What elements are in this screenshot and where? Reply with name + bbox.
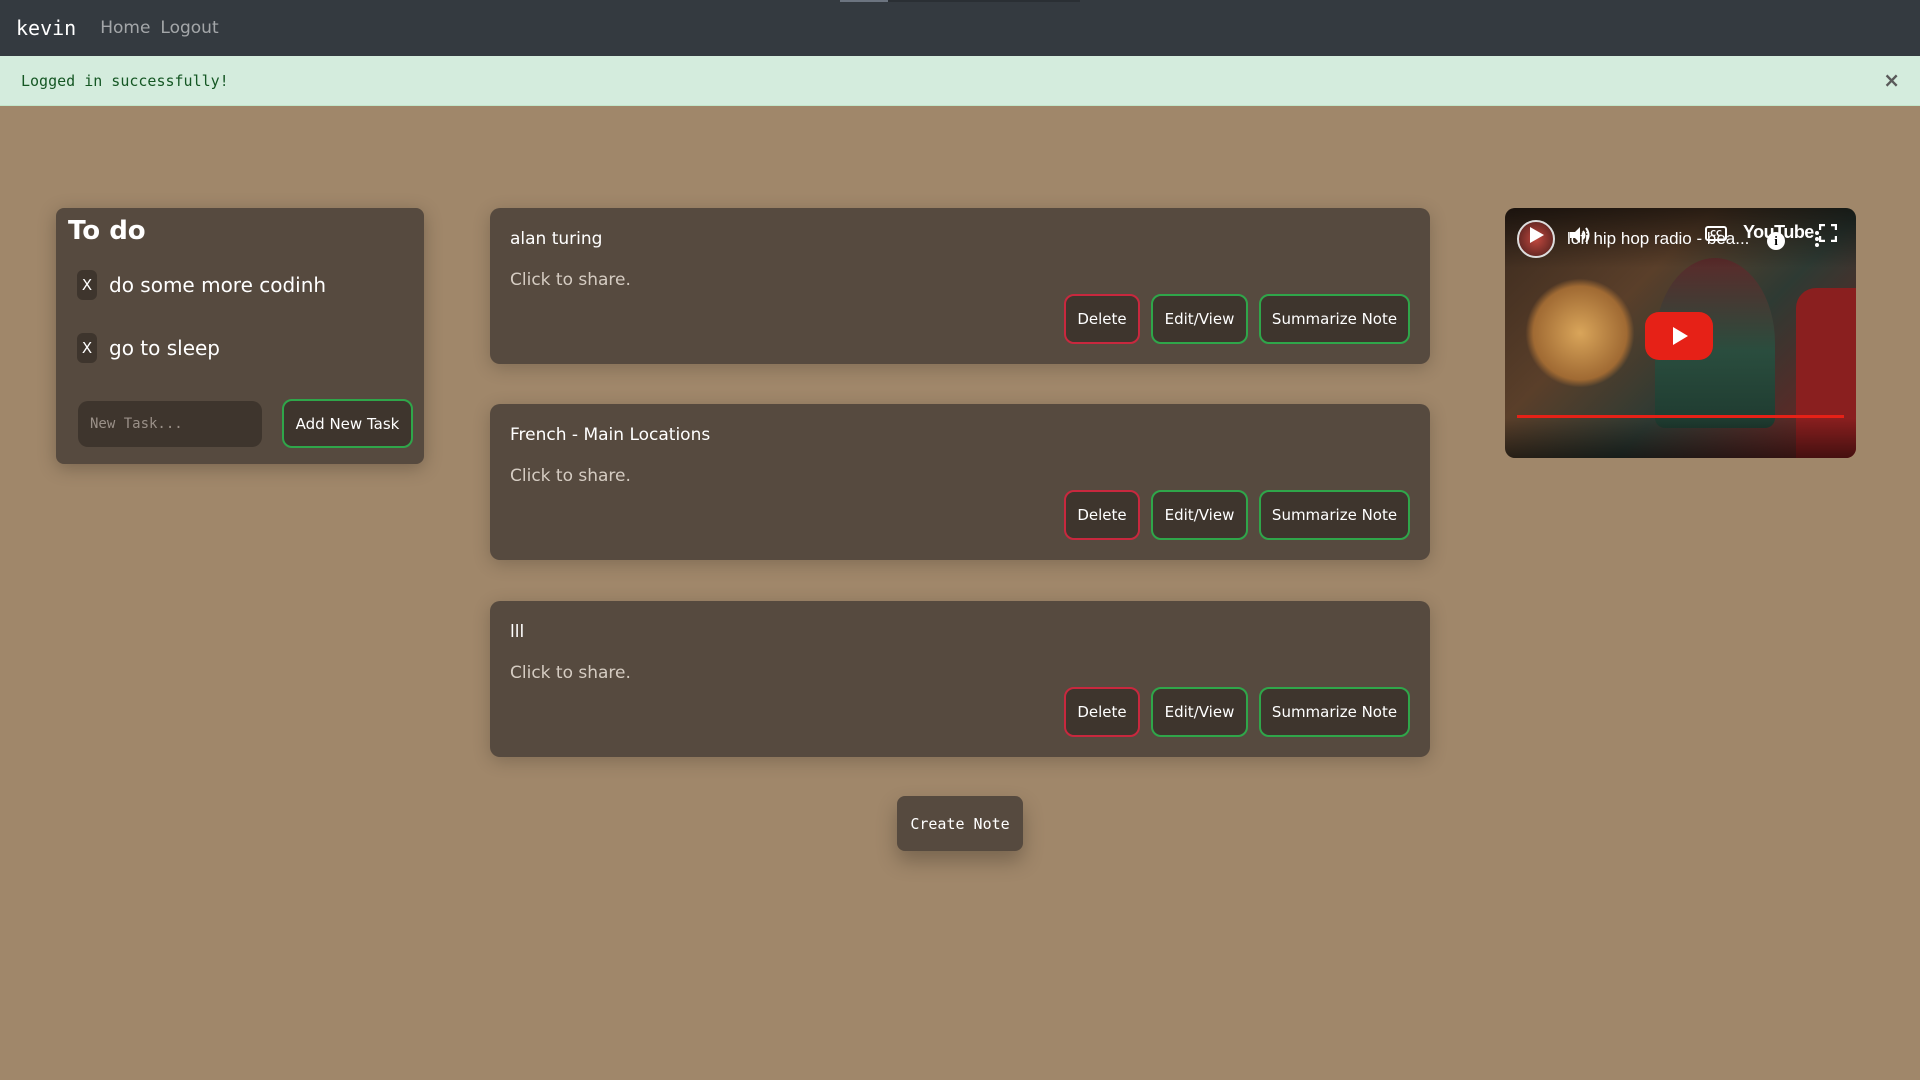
navbar-top-strip-segment (840, 0, 888, 2)
note-share-link[interactable]: Click to share. (510, 270, 631, 290)
todo-remove-button[interactable]: X (77, 270, 97, 300)
video-thumbnail-lamp (1525, 278, 1635, 388)
delete-note-button[interactable]: Delete (1064, 490, 1140, 540)
fullscreen-icon[interactable] (1818, 223, 1838, 246)
edit-view-note-button[interactable]: Edit/View (1151, 294, 1248, 344)
navbar-brand[interactable]: kevin (16, 16, 76, 40)
note-title: French - Main Locations (510, 425, 711, 445)
todo-item: X go to sleep (77, 333, 220, 363)
delete-note-button[interactable]: Delete (1064, 294, 1140, 344)
volume-icon[interactable] (1569, 226, 1591, 248)
edit-view-note-button[interactable]: Edit/View (1151, 490, 1248, 540)
note-title: alan turing (510, 229, 603, 249)
todo-item-text: go to sleep (109, 336, 221, 360)
note-title: lll (510, 622, 525, 642)
play-icon (1673, 327, 1688, 345)
note-actions: Delete Edit/View Summarize Note (1064, 490, 1410, 540)
video-progress-bar[interactable] (1517, 415, 1844, 418)
todo-remove-button[interactable]: X (77, 333, 97, 363)
video-progress-fill (1517, 415, 1844, 418)
add-new-task-button[interactable]: Add New Task (282, 399, 413, 448)
note-share-link[interactable]: Click to share. (510, 466, 631, 486)
todo-title: To do (68, 216, 146, 246)
video-play-button[interactable] (1645, 312, 1713, 360)
todo-item-text: do some more codinh (109, 273, 327, 297)
note-card: lll Click to share. Delete Edit/View Sum… (490, 601, 1430, 757)
summarize-note-button[interactable]: Summarize Note (1259, 490, 1410, 540)
navbar-top-strip (840, 0, 1080, 2)
success-alert: Logged in successfully! × (0, 56, 1920, 106)
note-share-link[interactable]: Click to share. (510, 663, 631, 683)
nav-link-logout[interactable]: Logout (160, 18, 218, 38)
nav-link-home[interactable]: Home (100, 18, 150, 38)
summarize-note-button[interactable]: Summarize Note (1259, 294, 1410, 344)
note-card: alan turing Click to share. Delete Edit/… (490, 208, 1430, 364)
summarize-note-button[interactable]: Summarize Note (1259, 687, 1410, 737)
note-actions: Delete Edit/View Summarize Note (1064, 687, 1410, 737)
new-task-input[interactable] (78, 401, 262, 447)
todo-card: To do X do some more codinh X go to slee… (56, 208, 424, 464)
top-navbar: kevin Home Logout (0, 0, 1920, 56)
video-controls (1505, 418, 1856, 458)
closed-captions-icon[interactable]: CC (1705, 226, 1727, 241)
create-note-button[interactable]: Create Note (897, 796, 1023, 851)
youtube-embed[interactable]: lofi hip hop radio - bea... i CC YouTube (1505, 208, 1856, 458)
todo-item: X do some more codinh (77, 270, 326, 300)
delete-note-button[interactable]: Delete (1064, 687, 1140, 737)
youtube-logo[interactable]: YouTube (1743, 222, 1814, 243)
edit-view-note-button[interactable]: Edit/View (1151, 687, 1248, 737)
note-card: French - Main Locations Click to share. … (490, 404, 1430, 560)
alert-close-icon[interactable]: × (1883, 69, 1900, 91)
play-icon[interactable] (1529, 226, 1545, 248)
note-actions: Delete Edit/View Summarize Note (1064, 294, 1410, 344)
alert-message: Logged in successfully! (21, 71, 229, 90)
